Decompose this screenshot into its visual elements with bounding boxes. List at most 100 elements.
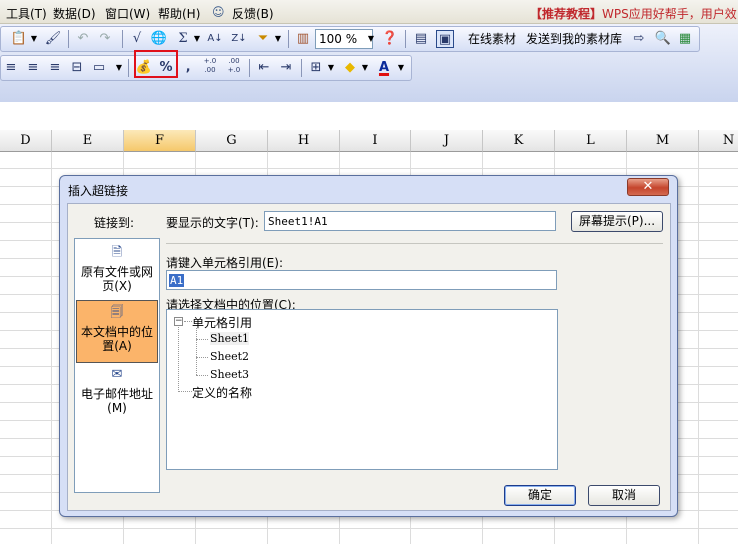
toolbar-separator bbox=[301, 59, 302, 77]
column-header-f[interactable]: F bbox=[124, 130, 196, 152]
link-type-label: 置(A) bbox=[102, 339, 132, 353]
ok-button[interactable]: 确定 bbox=[504, 485, 576, 506]
tree-node-sheet2[interactable]: Sheet2 bbox=[210, 350, 249, 363]
paste-dropdown-icon[interactable]: ▼ bbox=[29, 30, 39, 48]
sort-asc-icon[interactable]: A↓ bbox=[206, 30, 224, 48]
increase-decimal-button[interactable]: +.0 .00 bbox=[201, 57, 219, 75]
comma-button[interactable]: ‚ bbox=[179, 59, 197, 77]
online-material-button[interactable]: 在线素材 bbox=[468, 30, 516, 47]
tree-collapse-icon[interactable]: − bbox=[174, 317, 183, 326]
menu-bar: 工具(T) 数据(D) 窗口(W) 帮助(H) ☺ 反馈(B) 【推荐教程】WP… bbox=[0, 0, 738, 24]
link-type-label: 电子邮件地址 bbox=[80, 387, 153, 401]
column-header-j[interactable]: J bbox=[411, 130, 483, 152]
link-type-email[interactable]: ✉ 电子邮件地址 (M) bbox=[76, 365, 158, 423]
paste-icon[interactable]: 📋 bbox=[10, 30, 28, 48]
sum-dropdown-icon[interactable]: ▼ bbox=[192, 30, 202, 48]
zoom-dropdown-icon[interactable]: ▼ bbox=[366, 30, 376, 48]
fill-color-dropdown-icon[interactable]: ▼ bbox=[360, 59, 370, 77]
sum-icon[interactable]: Σ bbox=[174, 30, 192, 48]
tree-connector bbox=[196, 328, 197, 375]
tree-node-defined-names[interactable]: 定义的名称 bbox=[192, 384, 252, 401]
column-header-g[interactable]: G bbox=[196, 130, 268, 152]
menu-feedback[interactable]: 反馈(B) bbox=[232, 5, 274, 22]
menu-window[interactable]: 窗口(W) bbox=[105, 5, 150, 22]
wrap-dropdown-icon[interactable]: ▼ bbox=[114, 59, 124, 77]
web-page-icon: 🗎 bbox=[111, 245, 123, 260]
tree-connector bbox=[178, 391, 192, 392]
column-header-d[interactable]: D bbox=[0, 130, 52, 152]
menu-tools[interactable]: 工具(T) bbox=[6, 5, 47, 22]
document-place-icon: 🗐 bbox=[110, 305, 124, 320]
insert-hyperlink-dialog: 插入超链接 ✕ 链接到: 🗎 原有文件或网 页(X) 🗐 本文档中的位 置(A)… bbox=[59, 175, 678, 517]
align-right-icon[interactable]: ≡ bbox=[46, 59, 64, 77]
column-header-h[interactable]: H bbox=[268, 130, 340, 152]
help-icon[interactable]: ❓ bbox=[381, 30, 399, 48]
font-color-dropdown-icon[interactable]: ▼ bbox=[396, 59, 406, 77]
link-type-existing-file[interactable]: 🗎 原有文件或网 页(X) bbox=[76, 243, 158, 301]
toolbar-area: 📋 ▼ 🖌 ↶ ↷ √ 🌐 Σ ▼ A↓ Z↓ ⏷ ▼ ▥ 100 % ▼ ❓ … bbox=[0, 24, 738, 102]
column-header-l[interactable]: L bbox=[555, 130, 627, 152]
format-painter-icon[interactable]: 🖌 bbox=[44, 30, 62, 48]
toolbar-separator bbox=[249, 59, 250, 77]
column-header-n[interactable]: N bbox=[699, 130, 738, 152]
link-to-label: 链接到: bbox=[94, 216, 135, 230]
location-tree[interactable]: − 单元格引用 Sheet1 Sheet2 Sheet3 定义的名称 bbox=[166, 309, 558, 470]
grid-line bbox=[0, 528, 738, 529]
tree-node-cell-ref[interactable]: 单元格引用 bbox=[192, 314, 252, 331]
undo-icon[interactable]: ↶ bbox=[74, 30, 92, 48]
send-material-button[interactable]: 发送到我的素材库 bbox=[526, 30, 622, 47]
link-type-label: 页(X) bbox=[102, 279, 132, 293]
cancel-button[interactable]: 取消 bbox=[588, 485, 660, 506]
email-icon: ✉ bbox=[111, 367, 123, 382]
sqrt-icon[interactable]: √ bbox=[128, 30, 146, 48]
merge-icon[interactable]: ⊟ bbox=[68, 59, 86, 77]
increase-indent-icon[interactable]: ⇥ bbox=[277, 59, 295, 77]
filter-icon[interactable]: ⏷ bbox=[254, 30, 272, 48]
link-type-this-document[interactable]: 🗐 本文档中的位 置(A) bbox=[76, 300, 158, 363]
toolbar-separator bbox=[68, 30, 69, 48]
column-header-i[interactable]: I bbox=[340, 130, 411, 152]
zoom-input[interactable]: 100 % bbox=[315, 29, 373, 49]
toolbar-separator bbox=[122, 30, 123, 48]
decrease-decimal-button[interactable]: .00 +.0 bbox=[225, 57, 243, 75]
display-text-input[interactable]: Sheet1!A1 bbox=[264, 211, 556, 231]
arrow-icon[interactable]: ⇨ bbox=[630, 30, 648, 48]
column-header-e[interactable]: E bbox=[52, 130, 124, 152]
border-icon[interactable]: ⊞ bbox=[307, 59, 325, 77]
dialog-title: 插入超链接 bbox=[68, 184, 129, 198]
tree-connector bbox=[184, 321, 192, 322]
task-pane-icon[interactable]: ▤ bbox=[412, 30, 430, 48]
chart-icon[interactable]: ▥ bbox=[294, 30, 312, 48]
promo-text: WPS应用好帮手，用户效 bbox=[602, 7, 737, 21]
link-type-label: 本文档中的位 bbox=[80, 325, 153, 339]
hyperlink-icon[interactable]: 🌐 bbox=[150, 30, 168, 48]
font-color-icon[interactable]: A bbox=[375, 59, 393, 77]
column-header-k[interactable]: K bbox=[483, 130, 555, 152]
sort-desc-icon[interactable]: Z↓ bbox=[230, 30, 248, 48]
wrap-icon[interactable]: ▭ bbox=[90, 59, 108, 77]
decrease-indent-icon[interactable]: ⇤ bbox=[255, 59, 273, 77]
screen-tip-button[interactable]: 屏幕提示(P)... bbox=[571, 211, 663, 232]
fill-color-icon[interactable]: ◆ bbox=[341, 59, 359, 77]
sheet-icon[interactable]: ▦ bbox=[676, 30, 694, 48]
preview-icon[interactable]: 🔍 bbox=[654, 30, 672, 48]
toolbar-separator bbox=[128, 59, 129, 77]
promo-banner[interactable]: 【推荐教程】WPS应用好帮手，用户效 bbox=[530, 5, 737, 22]
border-dropdown-icon[interactable]: ▼ bbox=[326, 59, 336, 77]
material-pane-icon[interactable]: ▣ bbox=[436, 30, 454, 48]
menu-data[interactable]: 数据(D) bbox=[53, 5, 96, 22]
tree-node-sheet1[interactable]: Sheet1 bbox=[210, 332, 250, 345]
align-center-icon[interactable]: ≡ bbox=[24, 59, 42, 77]
filter-dropdown-icon[interactable]: ▼ bbox=[273, 30, 283, 48]
cell-ref-label: 请键入单元格引用(E): bbox=[166, 256, 283, 270]
align-left-icon[interactable]: ≡ bbox=[2, 59, 20, 77]
tree-node-sheet3[interactable]: Sheet3 bbox=[210, 368, 249, 381]
menu-help[interactable]: 帮助(H) bbox=[158, 5, 200, 22]
tree-connector bbox=[196, 339, 208, 340]
link-type-list: 🗎 原有文件或网 页(X) 🗐 本文档中的位 置(A) ✉ 电子邮件地址 (M) bbox=[74, 238, 160, 493]
column-header-m[interactable]: M bbox=[627, 130, 699, 152]
close-button[interactable]: ✕ bbox=[627, 178, 669, 196]
redo-icon[interactable]: ↷ bbox=[96, 30, 114, 48]
tree-connector bbox=[196, 357, 208, 358]
cell-ref-input[interactable]: A1 bbox=[166, 270, 557, 290]
